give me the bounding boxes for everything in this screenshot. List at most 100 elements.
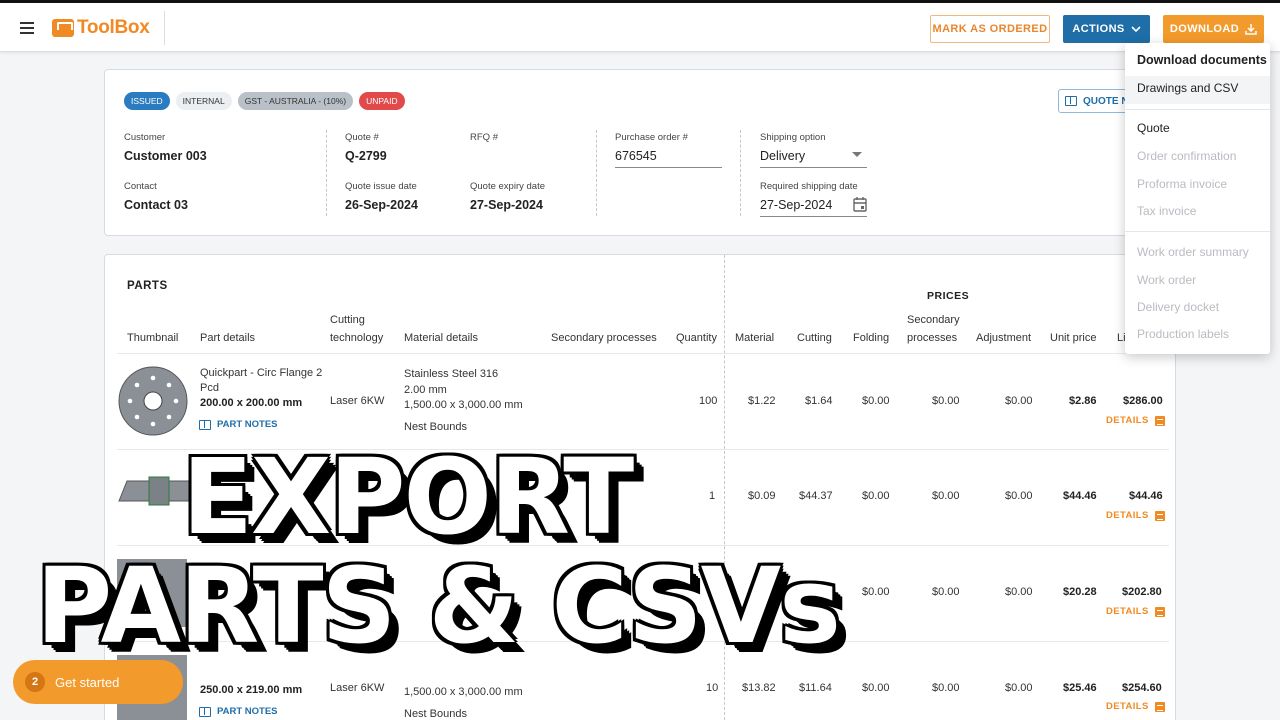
adjustment-price: $0.00 xyxy=(1005,490,1033,502)
column-header-secondary-1: Secondary xyxy=(907,314,960,326)
details-button[interactable]: DETAILS xyxy=(1106,415,1165,426)
column-header-cutting-2: technology xyxy=(330,332,384,344)
logo-text: ToolBox xyxy=(77,17,150,38)
unit-price: $2.86 xyxy=(1069,395,1097,407)
column-header-material-details: Material details xyxy=(404,332,478,344)
menu-item-drawings-csv[interactable]: Drawings and CSV xyxy=(1137,81,1238,95)
column-header-thumbnail: Thumbnail xyxy=(127,332,179,344)
column-header-part-details: Part details xyxy=(200,332,256,344)
required-shipping-date-input[interactable]: 27-Sep-2024 xyxy=(760,198,832,212)
divider xyxy=(596,130,597,216)
material-nest-bounds: Nest Bounds xyxy=(404,421,467,433)
part-size: 200.00 x 200.00 mm xyxy=(200,397,303,409)
menu-item-production-labels[interactable]: Production labels xyxy=(1137,327,1229,341)
menu-divider xyxy=(1125,109,1270,110)
calendar-icon[interactable] xyxy=(853,197,867,212)
divider xyxy=(164,11,165,45)
column-header-secondary-processes: Secondary processes xyxy=(551,332,657,344)
date-underline xyxy=(760,216,867,217)
cutting-technology: Laser 6KW xyxy=(330,395,385,407)
expiry-date-label: Quote expiry date xyxy=(470,181,545,192)
download-menu: Download documents Drawings and CSV Quot… xyxy=(1125,43,1270,354)
details-label: DETAILS xyxy=(1106,415,1149,426)
parts-title: PARTS xyxy=(127,280,168,292)
menu-item-order-confirmation[interactable]: Order confirmation xyxy=(1137,149,1236,163)
menu-item-proforma-invoice[interactable]: Proforma invoice xyxy=(1137,177,1227,191)
menu-item-tax-invoice[interactable]: Tax invoice xyxy=(1137,204,1196,218)
details-button[interactable]: DETAILS xyxy=(1106,606,1165,617)
actions-button[interactable]: ACTIONS xyxy=(1063,15,1150,43)
folding-price: $0.00 xyxy=(862,490,890,502)
purchase-order-input[interactable]: 676545 xyxy=(615,149,657,163)
details-icon xyxy=(1154,606,1165,617)
download-label: DOWNLOAD xyxy=(1169,23,1240,35)
menu-heading: Download documents xyxy=(1137,53,1267,67)
folding-price: $0.00 xyxy=(862,682,890,694)
shipping-option-label: Shipping option xyxy=(760,132,826,143)
cutting-price: $1.64 xyxy=(805,395,833,407)
menu-item-work-order-summary[interactable]: Work order summary xyxy=(1137,245,1249,259)
notes-icon xyxy=(199,419,211,430)
required-shipping-date-label: Required shipping date xyxy=(760,181,858,192)
cutting-price: $11.64 xyxy=(799,682,832,694)
status-badges: ISSUED INTERNAL GST - AUSTRALIA - (10%) … xyxy=(124,92,405,110)
cutting-price: $44.37 xyxy=(799,490,833,502)
line-total: $254.60 xyxy=(1122,682,1162,694)
column-header-cutting-1: Cutting xyxy=(330,314,365,326)
get-started-count: 2 xyxy=(25,672,45,692)
actions-label: ACTIONS xyxy=(1072,23,1125,35)
dropdown-arrow-icon[interactable] xyxy=(852,152,862,158)
divider xyxy=(740,130,741,216)
folding-price: $0.00 xyxy=(862,586,890,598)
part-notes-button[interactable]: PART NOTES xyxy=(199,706,278,717)
contact-label: Contact xyxy=(124,181,157,192)
top-bar: ToolBox MARK AS ORDERED ACTIONS DOWNLOAD xyxy=(0,0,1280,52)
adjustment-price: $0.00 xyxy=(1005,682,1033,694)
part-notes-button[interactable]: PART NOTES xyxy=(199,419,278,430)
part-name-line2[interactable]: Pcd xyxy=(200,381,219,396)
line-total: $44.46 xyxy=(1129,490,1163,502)
material-sheet-size: 1,500.00 x 3,000.00 mm xyxy=(404,399,523,411)
part-notes-label: PART NOTES xyxy=(217,419,278,430)
shipping-option-select[interactable]: Delivery xyxy=(760,149,805,163)
customer-value[interactable]: Customer 003 xyxy=(124,149,207,163)
column-header-folding: Folding xyxy=(853,332,890,344)
material-price: $1.22 xyxy=(748,395,776,407)
details-button[interactable]: DETAILS xyxy=(1106,510,1165,521)
part-thumbnail-flange[interactable] xyxy=(117,365,189,437)
quantity-value[interactable]: 1 xyxy=(709,489,715,504)
status-badge-gst: GST - AUSTRALIA - (10%) xyxy=(237,92,354,110)
secondary-price: $0.00 xyxy=(932,490,960,502)
status-badge-issued: ISSUED xyxy=(124,92,170,110)
download-button[interactable]: DOWNLOAD xyxy=(1163,15,1264,43)
part-notes-label: PART NOTES xyxy=(217,706,278,717)
menu-icon[interactable] xyxy=(20,22,34,34)
contact-value[interactable]: Contact 03 xyxy=(124,198,188,212)
prices-title: PRICES xyxy=(927,290,970,302)
mark-as-ordered-button[interactable]: MARK AS ORDERED xyxy=(930,15,1050,43)
material-nest-bounds: Nest Bounds xyxy=(404,708,467,720)
details-button[interactable]: DETAILS xyxy=(1106,701,1165,712)
material-name: Stainless Steel 316 xyxy=(404,368,499,380)
overlay-title-line2: PARTS & CSVs xyxy=(36,545,841,667)
get-started-label: Get started xyxy=(55,674,120,690)
expiry-date-value: 27-Sep-2024 xyxy=(470,198,543,212)
quantity-value[interactable]: 10 xyxy=(706,681,718,696)
material-sheet-size: 1,500.00 x 3,000.00 mm xyxy=(404,686,523,698)
status-badge-internal: INTERNAL xyxy=(175,92,232,110)
menu-item-work-order[interactable]: Work order xyxy=(1137,273,1196,287)
adjustment-price: $0.00 xyxy=(1005,395,1033,407)
quantity-value[interactable]: 100 xyxy=(699,394,717,409)
menu-item-quote[interactable]: Quote xyxy=(1137,121,1170,135)
row-divider xyxy=(117,353,1169,354)
secondary-price: $0.00 xyxy=(932,395,960,407)
toolbox-logo-icon xyxy=(52,19,74,37)
logo[interactable]: ToolBox xyxy=(52,16,150,40)
details-icon xyxy=(1154,510,1165,521)
material-thickness: 2.00 mm xyxy=(404,384,447,396)
line-total: $286.00 xyxy=(1123,395,1163,407)
folding-price: $0.00 xyxy=(862,395,890,407)
part-name-line1[interactable]: Quickpart - Circ Flange 2 xyxy=(200,366,322,381)
menu-item-delivery-docket[interactable]: Delivery docket xyxy=(1137,300,1219,314)
notes-icon xyxy=(1065,96,1077,106)
